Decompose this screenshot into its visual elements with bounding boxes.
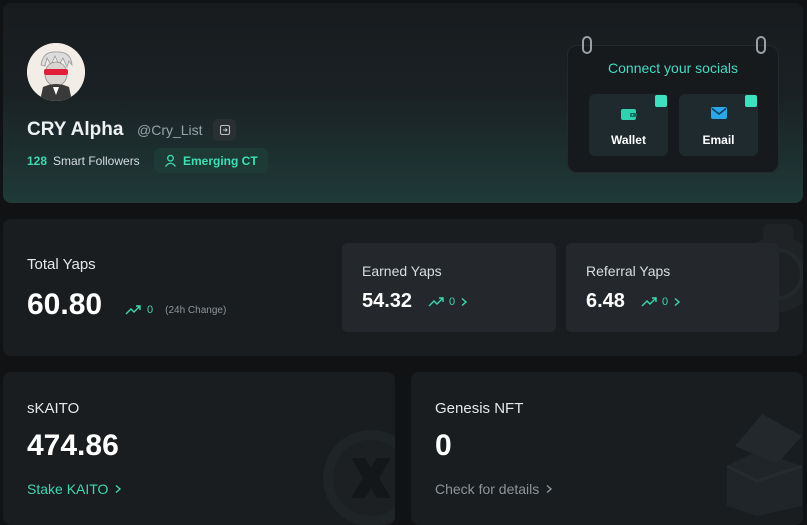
trend-up-icon — [641, 297, 657, 307]
total-yaps-change: 0 (24h Change) — [125, 304, 226, 316]
profile-handle: @Cry_List — [137, 122, 203, 138]
email-icon — [710, 107, 727, 119]
chest-decoration-icon — [726, 414, 803, 516]
skaito-card: sKAITO 474.86 Stake KAITO — [3, 372, 395, 525]
smart-followers-count: 128 — [27, 154, 48, 168]
avatar-image — [27, 43, 85, 101]
earned-yaps-card[interactable]: Earned Yaps 54.32 0 — [342, 243, 556, 332]
genesis-nft-label: Genesis NFT — [435, 400, 524, 417]
stake-kaito-label: Stake KAITO — [27, 481, 109, 497]
smart-followers-label: Smart Followers — [53, 154, 140, 168]
earned-yaps-change: 0 — [428, 296, 468, 308]
chevron-right-icon — [674, 297, 681, 307]
total-yaps-value: 60.80 — [27, 288, 103, 321]
referral-yaps-card[interactable]: Referral Yaps 6.48 0 — [566, 243, 779, 332]
wallet-button[interactable]: Wallet — [589, 94, 668, 156]
chevron-right-icon — [115, 484, 122, 494]
chevron-right-icon — [546, 484, 553, 494]
genesis-nft-card: Genesis NFT 0 Check for details — [411, 372, 803, 525]
profile-name: CRY Alpha — [27, 119, 124, 140]
profile-card: CRY Alpha @Cry_List 128 Smart Followers … — [3, 3, 803, 203]
total-yaps-label: Total Yaps — [27, 256, 96, 273]
email-button[interactable]: Email — [679, 94, 758, 156]
total-yaps-change-value: 0 — [147, 304, 154, 316]
connect-socials-panel: Connect your socials Wallet Email — [567, 36, 779, 173]
earned-yaps-value: 54.32 — [362, 290, 413, 312]
earned-yaps-label: Earned Yaps — [362, 263, 442, 279]
logout-button[interactable] — [213, 119, 236, 141]
emerging-ct-badge[interactable]: Emerging CT — [154, 148, 268, 173]
ring-left-decoration — [582, 36, 592, 54]
badge-label: Emerging CT — [183, 153, 258, 168]
genesis-nft-value: 0 — [435, 429, 452, 462]
referral-yaps-change-value: 0 — [662, 296, 669, 308]
skaito-label: sKAITO — [27, 400, 80, 417]
check-details-link[interactable]: Check for details — [435, 481, 553, 497]
earned-yaps-change-value: 0 — [449, 296, 456, 308]
wallet-label: Wallet — [611, 133, 646, 147]
trend-up-icon — [428, 297, 444, 307]
ring-right-decoration — [756, 36, 766, 54]
referral-yaps-label: Referral Yaps — [586, 263, 671, 279]
skaito-value: 474.86 — [27, 429, 119, 462]
yaps-card: Total Yaps 60.80 0 (24h Change) Earned Y… — [3, 219, 803, 356]
email-label: Email — [702, 133, 735, 147]
logout-icon — [219, 124, 230, 136]
chevron-right-icon — [461, 297, 468, 307]
referral-yaps-value: 6.48 — [586, 290, 625, 312]
kaito-coin-decoration-icon — [323, 430, 395, 525]
connect-socials-title: Connect your socials — [608, 60, 738, 76]
stake-kaito-link[interactable]: Stake KAITO — [27, 481, 122, 497]
avatar[interactable] — [27, 43, 85, 101]
change-note: (24h Change) — [165, 304, 227, 316]
check-details-label: Check for details — [435, 481, 540, 497]
referral-yaps-change: 0 — [641, 296, 681, 308]
trend-up-icon — [125, 305, 141, 315]
wallet-icon — [620, 109, 637, 120]
user-icon — [164, 154, 177, 167]
